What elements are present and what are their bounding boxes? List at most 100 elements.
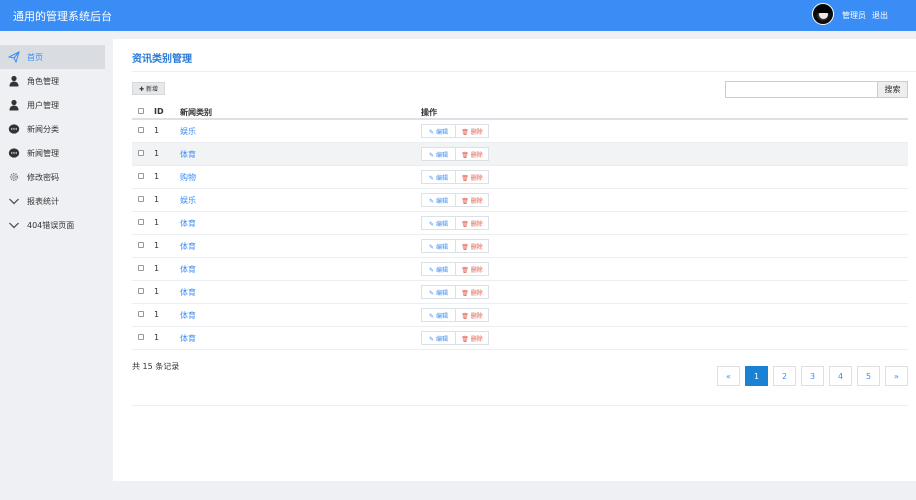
edit-button[interactable]: ✎ 编辑 (421, 239, 456, 253)
row-id: 1 (154, 195, 160, 204)
column-header-actions: 操作 (421, 108, 437, 117)
pagination-page-4[interactable]: 4 (829, 366, 852, 386)
column-header-category: 新闻类别 (180, 108, 212, 117)
delete-button[interactable]: 🗑 删除 (456, 216, 489, 230)
table-row: 1 娱乐 ✎ 编辑 🗑 删除 (132, 189, 908, 212)
pagination-page-5[interactable]: 5 (857, 366, 880, 386)
delete-button[interactable]: 🗑 删除 (456, 262, 489, 276)
row-id: 1 (154, 126, 160, 135)
pagination-page-3[interactable]: 3 (801, 366, 824, 386)
sidebar-item-label: 新闻分类 (27, 124, 59, 134)
sidebar-item-reports[interactable]: 报表统计 (0, 189, 105, 213)
row-checkbox[interactable] (138, 334, 144, 340)
delete-button[interactable]: 🗑 删除 (456, 285, 489, 299)
pagination-page-2[interactable]: 2 (773, 366, 796, 386)
sidebar: 首页 角色管理 用户管理 新闻分类 新闻管理 修改密码 报表统计 404错误页面 (0, 31, 113, 500)
delete-button[interactable]: 🗑 删除 (456, 308, 489, 322)
top-bar: 通用的管理系统后台 管理员 退出 (0, 0, 916, 31)
sidebar-item-404-page[interactable]: 404错误页面 (0, 213, 105, 237)
table-row: 1 体育 ✎ 编辑 🗑 删除 (132, 212, 908, 235)
pagination-page-1[interactable]: 1 (745, 366, 768, 386)
app-title: 通用的管理系统后台 (13, 10, 112, 23)
user-icon (8, 99, 20, 111)
sidebar-item-label: 用户管理 (27, 100, 59, 110)
row-actions: ✎ 编辑 🗑 删除 (421, 285, 489, 299)
chevron-down-icon (8, 219, 20, 231)
select-all-checkbox[interactable] (138, 108, 144, 114)
edit-button[interactable]: ✎ 编辑 (421, 331, 456, 345)
row-actions: ✎ 编辑 🗑 删除 (421, 193, 489, 207)
edit-button[interactable]: ✎ 编辑 (421, 308, 456, 322)
row-checkbox[interactable] (138, 196, 144, 202)
row-checkbox[interactable] (138, 311, 144, 317)
delete-button[interactable]: 🗑 删除 (456, 193, 489, 207)
gear-icon (8, 171, 20, 183)
sidebar-item-change-password[interactable]: 修改密码 (0, 165, 105, 189)
sidebar-item-news-management[interactable]: 新闻管理 (0, 141, 105, 165)
row-category-link[interactable]: 体育 (180, 218, 196, 229)
row-category-link[interactable]: 体育 (180, 241, 196, 252)
row-actions: ✎ 编辑 🗑 删除 (421, 216, 489, 230)
row-id: 1 (154, 333, 160, 342)
row-checkbox[interactable] (138, 219, 144, 225)
delete-button[interactable]: 🗑 删除 (456, 331, 489, 345)
delete-button[interactable]: 🗑 删除 (456, 239, 489, 253)
delete-button[interactable]: 🗑 删除 (456, 170, 489, 184)
avatar[interactable] (812, 3, 834, 25)
divider (132, 405, 908, 406)
row-checkbox[interactable] (138, 288, 144, 294)
row-checkbox[interactable] (138, 242, 144, 248)
logout-link[interactable]: 退出 (872, 10, 888, 21)
total-records: 共 15 条记录 (132, 362, 180, 371)
row-checkbox[interactable] (138, 150, 144, 156)
row-category-link[interactable]: 娱乐 (180, 126, 196, 137)
row-category-link[interactable]: 体育 (180, 287, 196, 298)
edit-button[interactable]: ✎ 编辑 (421, 285, 456, 299)
row-id: 1 (154, 172, 160, 181)
row-id: 1 (154, 287, 160, 296)
table-row: 1 购物 ✎ 编辑 🗑 删除 (132, 166, 908, 189)
delete-button[interactable]: 🗑 删除 (456, 147, 489, 161)
sidebar-item-home[interactable]: 首页 (0, 45, 105, 69)
table-row: 1 体育 ✎ 编辑 🗑 删除 (132, 281, 908, 304)
row-category-link[interactable]: 体育 (180, 333, 196, 344)
row-id: 1 (154, 241, 160, 250)
edit-button[interactable]: ✎ 编辑 (421, 170, 456, 184)
pagination-next[interactable]: » (885, 366, 908, 386)
sidebar-item-label: 角色管理 (27, 76, 59, 86)
edit-button[interactable]: ✎ 编辑 (421, 193, 456, 207)
sidebar-item-roles[interactable]: 角色管理 (0, 69, 105, 93)
row-category-link[interactable]: 体育 (180, 264, 196, 275)
table-row: 1 娱乐 ✎ 编辑 🗑 删除 (132, 120, 908, 143)
user-icon (8, 75, 20, 87)
row-category-link[interactable]: 体育 (180, 149, 196, 160)
table-row: 1 体育 ✎ 编辑 🗑 删除 (132, 327, 908, 350)
edit-button[interactable]: ✎ 编辑 (421, 216, 456, 230)
row-checkbox[interactable] (138, 173, 144, 179)
delete-button[interactable]: 🗑 删除 (456, 124, 489, 138)
row-actions: ✎ 编辑 🗑 删除 (421, 331, 489, 345)
search-button[interactable]: 搜索 (877, 81, 908, 98)
row-id: 1 (154, 218, 160, 227)
add-button[interactable]: ✚ 新增 (132, 82, 165, 95)
chat-bubble-icon (8, 123, 20, 135)
row-category-link[interactable]: 购物 (180, 172, 196, 183)
table-header: ID 新闻类别 操作 (132, 103, 908, 120)
sidebar-item-users[interactable]: 用户管理 (0, 93, 105, 117)
row-checkbox[interactable] (138, 127, 144, 133)
row-category-link[interactable]: 娱乐 (180, 195, 196, 206)
edit-button[interactable]: ✎ 编辑 (421, 124, 456, 138)
row-actions: ✎ 编辑 🗑 删除 (421, 147, 489, 161)
row-checkbox[interactable] (138, 265, 144, 271)
sidebar-item-news-category[interactable]: 新闻分类 (0, 117, 105, 141)
page-title: 资讯类别管理 (132, 54, 192, 65)
edit-button[interactable]: ✎ 编辑 (421, 147, 456, 161)
chat-bubble-icon (8, 147, 20, 159)
pagination-prev[interactable]: « (717, 366, 740, 386)
sidebar-item-label: 首页 (27, 52, 43, 62)
search-input[interactable] (725, 81, 878, 98)
edit-button[interactable]: ✎ 编辑 (421, 262, 456, 276)
row-actions: ✎ 编辑 🗑 删除 (421, 124, 489, 138)
row-category-link[interactable]: 体育 (180, 310, 196, 321)
sidebar-item-label: 404错误页面 (27, 220, 75, 230)
